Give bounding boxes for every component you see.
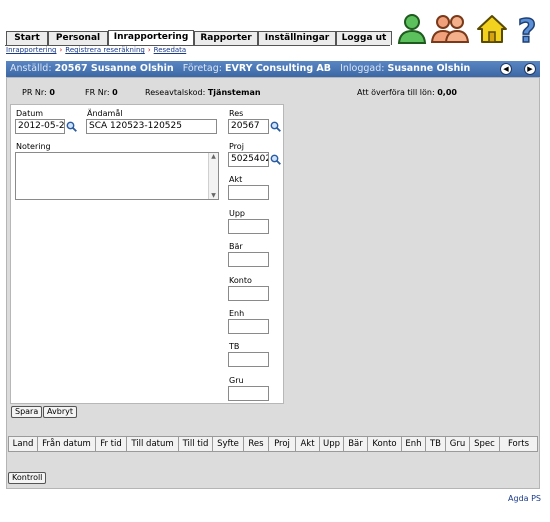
column-syfte[interactable]: Syfte — [213, 437, 244, 451]
column-bar[interactable]: Bär — [344, 437, 368, 451]
upp-input[interactable] — [228, 219, 269, 234]
fr-label: FR Nr: — [85, 88, 110, 97]
column-tb[interactable]: TB — [426, 437, 446, 451]
help-icon[interactable]: ? — [512, 11, 542, 51]
proj-search-icon[interactable] — [270, 154, 281, 165]
column-gru[interactable]: Gru — [446, 437, 470, 451]
previous-icon[interactable]: ◀ — [500, 63, 512, 75]
column-konto[interactable]: Konto — [368, 437, 402, 451]
company-label: Företag: — [182, 63, 222, 74]
column-till-tid[interactable]: Till tid — [179, 437, 213, 451]
column-forts[interactable]: Forts — [500, 437, 537, 451]
res-label: Res — [229, 109, 244, 118]
tb-input[interactable] — [228, 352, 269, 367]
column-upp[interactable]: Upp — [320, 437, 344, 451]
proj-input[interactable]: 50254028 — [228, 152, 269, 167]
column-res[interactable]: Res — [244, 437, 269, 451]
employee-value: 20567 Susanne Olshin — [54, 63, 174, 74]
pay-value: 0,00 — [437, 88, 457, 97]
gru-input[interactable] — [228, 386, 269, 401]
akt-input[interactable] — [228, 185, 269, 200]
column-till-datum[interactable]: Till datum — [127, 437, 179, 451]
notering-textarea[interactable]: ▲ ▼ — [15, 152, 219, 200]
pay-transfer: Att överföra till lön: 0,00 — [357, 88, 457, 97]
column-fr-tid[interactable]: Fr tid — [96, 437, 127, 451]
column-spec[interactable]: Spec — [470, 437, 500, 451]
breadcrumb-resedata[interactable]: Resedata — [154, 46, 187, 54]
gru-label: Gru — [229, 376, 244, 385]
column-land[interactable]: Land — [9, 437, 38, 451]
tab-personal[interactable]: Personal — [48, 31, 108, 45]
tb-label: TB — [229, 342, 240, 351]
pr-value: 0 — [49, 88, 55, 97]
company-value: EVRY Consulting AB — [225, 63, 332, 74]
users-icon[interactable] — [430, 12, 470, 46]
home-icon[interactable] — [475, 12, 509, 46]
tab-logga-ut[interactable]: Logga ut — [336, 31, 392, 45]
employee-label: Anställd: — [10, 63, 52, 74]
datum-input[interactable]: 2012-05-23 — [15, 119, 65, 134]
enh-input[interactable] — [228, 319, 269, 334]
scroll-up-icon[interactable]: ▲ — [209, 153, 218, 160]
pr-number: PR Nr: 0 — [22, 88, 55, 97]
res-search-icon[interactable] — [270, 121, 281, 132]
control-button[interactable]: Kontroll — [8, 472, 47, 484]
akt-label: Akt — [229, 175, 243, 184]
tab-start[interactable]: Start — [6, 31, 48, 45]
enh-label: Enh — [229, 309, 245, 318]
next-icon[interactable]: ▶ — [524, 63, 536, 75]
bar-label: Bär — [229, 242, 243, 251]
employee-header: Anställd: 20567 Susanne Olshin Företag: … — [6, 61, 540, 77]
konto-input[interactable] — [228, 286, 269, 301]
notering-scrollbar[interactable]: ▲ ▼ — [208, 153, 218, 199]
fr-value: 0 — [112, 88, 118, 97]
column-proj[interactable]: Proj — [269, 437, 296, 451]
logged-value: Susanne Olshin — [387, 63, 471, 74]
pr-label: PR Nr: — [22, 88, 47, 97]
tab-inrapportering[interactable]: Inrapportering — [108, 30, 194, 46]
footer-brand[interactable]: Agda PS — [508, 494, 541, 503]
svg-text:?: ? — [518, 12, 537, 46]
datum-label: Datum — [16, 109, 44, 118]
upp-label: Upp — [229, 209, 246, 218]
breadcrumb: Inrapportering › Registrera reseräkning › Re… — [6, 46, 187, 54]
user-icon[interactable] — [396, 12, 430, 46]
save-button[interactable]: Spara — [11, 406, 43, 418]
code-value: Tjänsteman — [207, 88, 261, 97]
andamal-input[interactable]: SCA 120523-120525 — [86, 119, 217, 134]
breadcrumb-registrera[interactable]: Registrera reseräkning — [65, 46, 145, 54]
fr-number: FR Nr: 0 — [85, 88, 118, 97]
column-enh[interactable]: Enh — [402, 437, 426, 451]
code-label: Reseavtalskod: — [145, 88, 206, 97]
proj-label: Proj — [229, 142, 244, 151]
datum-search-icon[interactable] — [66, 121, 77, 132]
tab-rapporter[interactable]: Rapporter — [194, 31, 258, 45]
tab-installningar[interactable]: Inställningar — [258, 31, 336, 45]
cancel-button[interactable]: Avbryt — [43, 406, 77, 418]
breadcrumb-inrapportering[interactable]: Inrapportering — [6, 46, 56, 54]
column-akt[interactable]: Akt — [296, 437, 320, 451]
andamal-label: Ändamål — [87, 109, 123, 118]
konto-label: Konto — [229, 276, 252, 285]
bar-input[interactable] — [228, 252, 269, 267]
scroll-down-icon[interactable]: ▼ — [209, 192, 218, 199]
column-fran-datum[interactable]: Från datum — [38, 437, 96, 451]
notering-label: Notering — [16, 142, 51, 151]
res-input[interactable]: 20567 — [228, 119, 269, 134]
logged-label: Inloggad: — [340, 63, 385, 74]
trips-table-header: Land Från datum Fr tid Till datum Till t… — [8, 436, 538, 452]
travel-agreement-code: Reseavtalskod: Tjänsteman — [145, 88, 261, 97]
pay-label: Att överföra till lön: — [357, 88, 435, 97]
